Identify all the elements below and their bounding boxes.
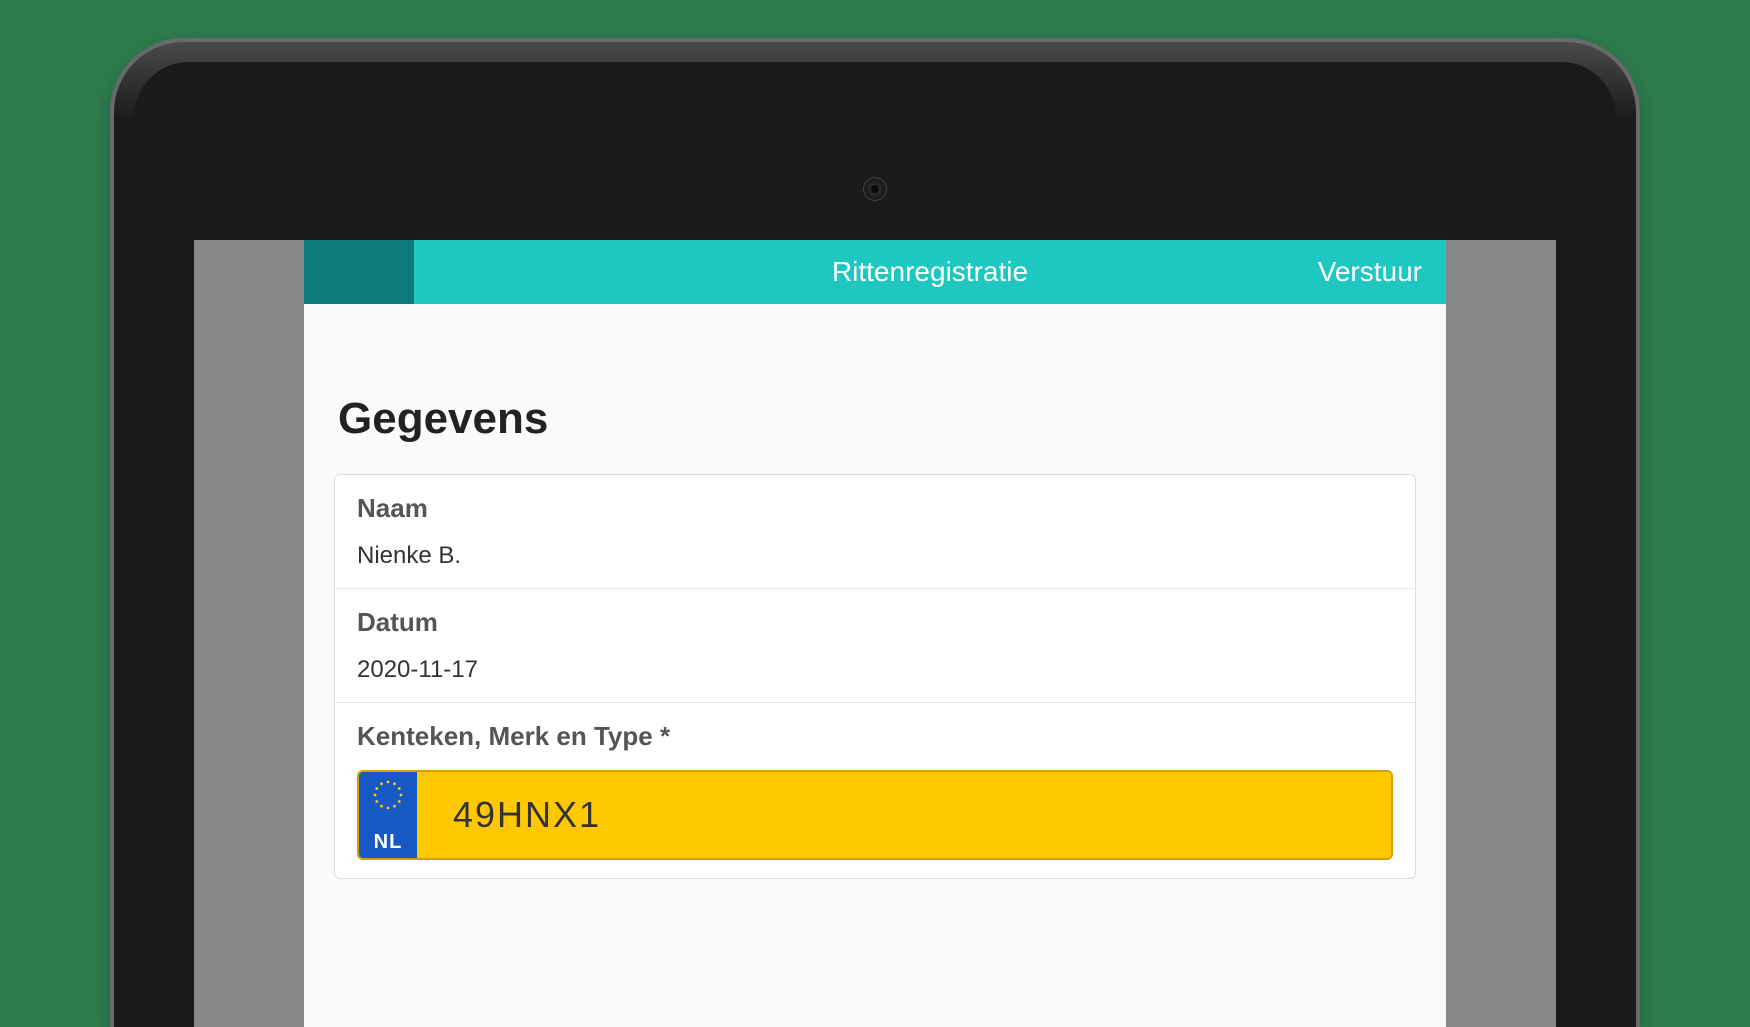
field-date[interactable]: Datum 2020-11-17 [335,589,1415,703]
license-plate[interactable]: NL 49HNX1 [357,770,1393,860]
page-title: Rittenregistratie [832,256,1028,288]
plate-number: 49HNX1 [453,794,601,836]
plate-country-code: NL [374,831,403,854]
content-area: Gegevens Naam Nienke B. Datum 2020-11-17… [304,304,1446,1027]
field-name-value: Nienke B. [357,542,1393,570]
submit-button[interactable]: Verstuur [1318,256,1422,288]
eu-stars-icon [371,778,405,812]
topbar-menu-area[interactable] [304,240,414,304]
plate-eu-section: NL [359,772,417,858]
tablet-frame: Rittenregistratie Verstuur Gegevens Naam… [114,42,1636,1027]
plate-number-section: 49HNX1 [417,772,1391,858]
field-date-label: Datum [357,607,1393,638]
camera-icon [863,177,887,201]
field-plate[interactable]: Kenteken, Merk en Type * [335,703,1415,878]
tablet-bezel: Rittenregistratie Verstuur Gegevens Naam… [134,62,1616,1027]
form-card: Naam Nienke B. Datum 2020-11-17 Kenteken… [334,474,1416,879]
field-name[interactable]: Naam Nienke B. [335,475,1415,589]
app-container: Rittenregistratie Verstuur Gegevens Naam… [304,240,1446,1027]
topbar: Rittenregistratie Verstuur [304,240,1446,304]
section-title: Gegevens [334,394,1416,444]
field-plate-label: Kenteken, Merk en Type * [357,721,1393,752]
device-screen: Rittenregistratie Verstuur Gegevens Naam… [194,240,1556,1027]
field-date-value: 2020-11-17 [357,656,1393,684]
topbar-main: Rittenregistratie Verstuur [414,240,1446,304]
field-name-label: Naam [357,493,1393,524]
